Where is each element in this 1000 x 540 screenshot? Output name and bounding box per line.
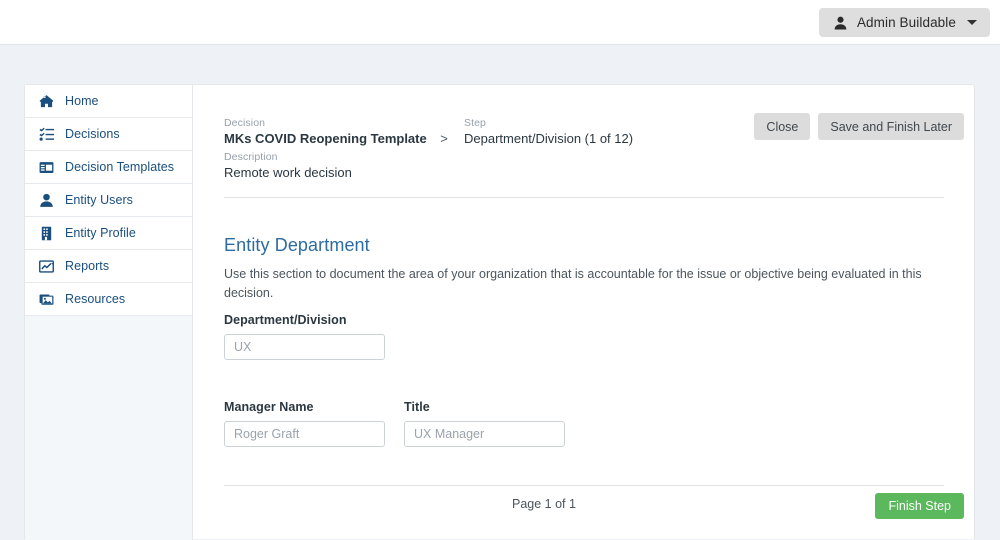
sidebar-item-reports[interactable]: Reports [25, 250, 192, 283]
user-menu-button[interactable]: Admin Buildable [818, 8, 990, 37]
building-icon [39, 226, 54, 241]
title-field-group: Title [404, 400, 565, 447]
sidebar-item-entity-profile[interactable]: Entity Profile [25, 217, 192, 250]
sidebar-item-resources[interactable]: Resources [25, 283, 192, 316]
section-description: Use this section to document the area of… [224, 267, 922, 300]
sidebar: Home Decisions Decision Templates Entity… [25, 85, 193, 540]
description-label: Description [224, 151, 278, 163]
step-label: Step [464, 117, 486, 129]
save-and-finish-later-button[interactable]: Save and Finish Later [818, 113, 964, 140]
main-card: Home Decisions Decision Templates Entity… [24, 84, 975, 540]
department-label: Department/Division [224, 313, 347, 327]
decision-label: Decision [224, 117, 266, 129]
sidebar-item-label: Resources [65, 292, 126, 306]
breadcrumb-step: Step Department/Division (1 of 12) [464, 116, 633, 147]
person-icon [39, 193, 54, 208]
step-value: Department/Division (1 of 12) [464, 131, 634, 146]
sidebar-item-decisions[interactable]: Decisions [25, 118, 192, 151]
manager-field-group: Manager Name [224, 400, 385, 447]
manager-label: Manager Name [224, 400, 314, 414]
sidebar-item-home[interactable]: Home [25, 85, 192, 118]
description-value: Remote work decision [224, 165, 352, 180]
toolbar: Close Save and Finish Later [754, 113, 964, 140]
title-input[interactable] [404, 421, 565, 447]
sidebar-item-entity-users[interactable]: Entity Users [25, 184, 192, 217]
department-input[interactable] [224, 334, 385, 360]
sidebar-item-label: Entity Profile [65, 226, 136, 240]
title-label: Title [404, 400, 430, 414]
chart-line-icon [39, 259, 54, 274]
manager-name-input[interactable] [224, 421, 385, 447]
home-icon [39, 94, 54, 109]
decision-value: MKs COVID Reopening Template [224, 131, 427, 146]
breadcrumb-separator: > [440, 131, 448, 146]
task-list-icon [39, 127, 54, 142]
page-shell: Home Decisions Decision Templates Entity… [0, 45, 1000, 540]
finish-step-button[interactable]: Finish Step [875, 493, 964, 519]
department-field-group: Department/Division [224, 313, 385, 360]
user-name-label: Admin Buildable [856, 15, 956, 30]
sidebar-nav-list: Home Decisions Decision Templates Entity… [25, 85, 192, 316]
page-title: Entity Department [224, 235, 370, 255]
sidebar-item-label: Home [65, 94, 99, 108]
content-area: Decision MKs COVID Reopening Template > … [193, 85, 975, 540]
page-count-label: Page 1 of 1 [512, 497, 576, 511]
divider-bottom [224, 485, 944, 486]
sidebar-item-label: Decisions [65, 127, 120, 141]
person-icon [833, 15, 848, 30]
sidebar-item-label: Entity Users [65, 193, 133, 207]
table-window-icon [39, 160, 54, 175]
divider-top [224, 197, 944, 198]
chevron-down-icon [967, 20, 977, 25]
breadcrumb-decision: Decision MKs COVID Reopening Template [224, 116, 427, 147]
sidebar-item-label: Reports [65, 259, 110, 273]
sidebar-item-label: Decision Templates [65, 160, 175, 174]
top-navbar: Admin Buildable [0, 0, 1000, 45]
sidebar-item-decision-templates[interactable]: Decision Templates [25, 151, 192, 184]
images-stack-icon [39, 292, 54, 307]
close-button[interactable]: Close [754, 113, 811, 140]
